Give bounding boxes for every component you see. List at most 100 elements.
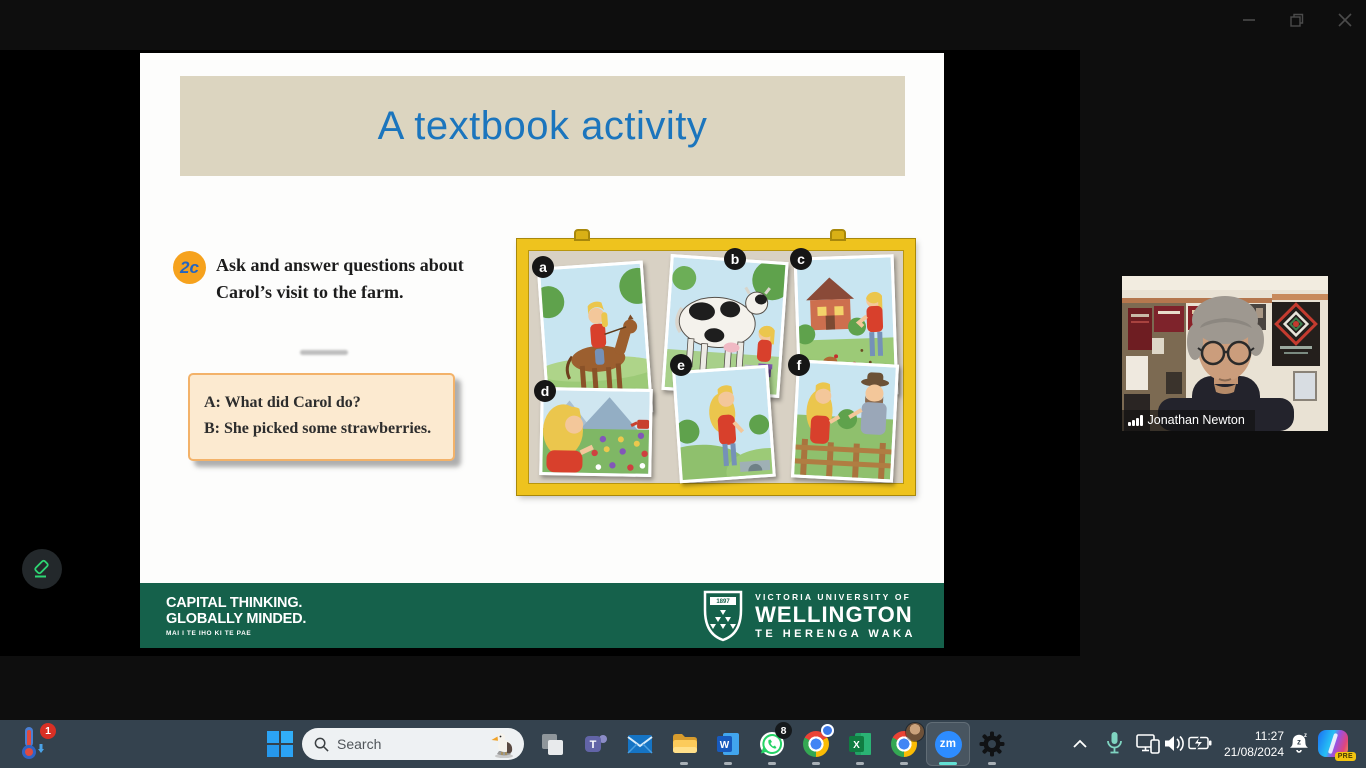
bell-dnd-icon: z z bbox=[1290, 733, 1308, 753]
footer-tagline: CAPITAL THINKING. GLOBALLY MINDED. MAI I… bbox=[166, 595, 306, 637]
taskbar-search[interactable] bbox=[302, 728, 524, 760]
screen-share-area: A textbook activity 2c Ask and answer qu… bbox=[0, 50, 1080, 656]
tray-notifications[interactable]: z z bbox=[1289, 731, 1309, 761]
settings-gear-icon bbox=[979, 731, 1005, 757]
active-running-indicator bbox=[939, 762, 957, 765]
picture-frame: a b c d e f bbox=[517, 229, 915, 495]
zoom-icon: zm bbox=[934, 730, 962, 758]
audio-signal-icon bbox=[1128, 414, 1143, 426]
participant-video-tile[interactable]: Jonathan Newton bbox=[1122, 276, 1328, 431]
taskbar-app-zoom[interactable]: zm bbox=[926, 722, 970, 766]
notification-count-badge: 1 bbox=[40, 723, 56, 739]
frame-hanger-right bbox=[830, 229, 846, 241]
chevron-up-icon bbox=[1073, 739, 1087, 748]
photo-label-d: d bbox=[534, 380, 556, 402]
chrome-avatar-badge bbox=[906, 723, 924, 741]
running-indicator bbox=[724, 762, 732, 765]
photo-label-e: e bbox=[670, 354, 692, 376]
taskbar-app-excel[interactable]: X bbox=[838, 722, 882, 766]
example-dialog-box: A: What did Carol do? B: She picked some… bbox=[188, 373, 455, 461]
microphone-icon bbox=[1107, 732, 1122, 754]
tray-cast-display[interactable] bbox=[1136, 733, 1160, 760]
running-indicator bbox=[680, 762, 688, 765]
instruction-line-2: Carol’s visit to the farm. bbox=[216, 282, 404, 302]
running-indicator bbox=[900, 762, 908, 765]
university-logo: 1897 VICTORIA UNIVERSITY OF WELLINGTON T… bbox=[703, 590, 916, 642]
presentation-slide: A textbook activity 2c Ask and answer qu… bbox=[140, 53, 944, 648]
search-highlight-bird-icon bbox=[491, 733, 513, 758]
search-input[interactable] bbox=[337, 736, 467, 752]
slide-title-banner: A textbook activity bbox=[180, 76, 905, 176]
taskbar-app-chrome-profile2[interactable] bbox=[882, 722, 926, 766]
dialog-line-a: A: What did Carol do? bbox=[204, 394, 361, 411]
taskbar-app-word[interactable]: W bbox=[706, 722, 750, 766]
running-indicator bbox=[856, 762, 864, 765]
flower-picking-illustration bbox=[542, 390, 650, 474]
farmer-talk-illustration bbox=[794, 362, 896, 480]
minimize-button[interactable] bbox=[1234, 8, 1264, 32]
university-line-1: VICTORIA UNIVERSITY OF bbox=[755, 591, 912, 602]
instruction-line-1: Ask and answer questions about bbox=[216, 255, 464, 275]
close-button[interactable] bbox=[1330, 8, 1360, 32]
taskbar-app-whatsapp[interactable]: 8 bbox=[750, 722, 794, 766]
university-line-3: TE HERENGA WAKA bbox=[755, 627, 916, 640]
chrome-profile-badge bbox=[821, 724, 834, 737]
teams-icon: T bbox=[585, 735, 607, 752]
photo-girl-walking bbox=[672, 364, 776, 484]
task-view-icon bbox=[541, 733, 563, 755]
close-icon bbox=[1338, 13, 1352, 27]
taskbar-app-mail[interactable] bbox=[618, 722, 662, 766]
photo-girl-picking-flowers bbox=[539, 387, 653, 477]
whatsapp-unread-badge: 8 bbox=[775, 722, 792, 739]
activity-instruction: Ask and answer questions about Carol’s v… bbox=[216, 252, 546, 306]
taskbar-app-teams[interactable]: T bbox=[574, 722, 618, 766]
clock-date: 21/08/2024 bbox=[1223, 745, 1284, 759]
window-controls bbox=[1234, 8, 1360, 32]
activity-number-badge: 2c bbox=[173, 251, 206, 284]
svg-text:z: z bbox=[1304, 733, 1307, 739]
tray-volume[interactable] bbox=[1164, 734, 1186, 758]
tagline-line-3: MAI I TE IHO KI TE PAE bbox=[166, 630, 252, 637]
speaker-icon bbox=[1165, 735, 1184, 752]
svg-text:z: z bbox=[1297, 738, 1301, 747]
svg-text:W: W bbox=[720, 740, 730, 751]
copilot-button[interactable]: PRE bbox=[1318, 730, 1356, 761]
running-indicator bbox=[768, 762, 776, 765]
mail-icon bbox=[627, 735, 653, 754]
annotate-button[interactable] bbox=[22, 549, 62, 589]
tray-microphone[interactable] bbox=[1106, 731, 1123, 761]
shield-year: 1897 bbox=[716, 599, 730, 605]
participant-webcam-view bbox=[1122, 276, 1328, 431]
photo-label-f: f bbox=[788, 354, 810, 376]
taskbar-app-settings[interactable] bbox=[970, 722, 1014, 766]
tray-clock[interactable]: 11:27 21/08/2024 bbox=[1204, 728, 1284, 760]
clock-time: 11:27 bbox=[1254, 729, 1284, 743]
participant-name: Jonathan Newton bbox=[1147, 413, 1245, 427]
tagline-line-2: GLOBALLY MINDED. bbox=[166, 611, 307, 627]
scan-smudge bbox=[300, 350, 348, 355]
task-view-button[interactable] bbox=[530, 722, 574, 766]
tray-overflow-chevron[interactable] bbox=[1072, 737, 1088, 755]
svg-text:T: T bbox=[590, 739, 597, 751]
taskbar-app-chrome[interactable] bbox=[794, 722, 838, 766]
photo-label-b: b bbox=[724, 248, 746, 270]
zoom-meeting-window: A textbook activity 2c Ask and answer qu… bbox=[0, 0, 1366, 768]
frame-hanger-left bbox=[574, 229, 590, 241]
running-indicator bbox=[812, 762, 820, 765]
copilot-preview-badge: PRE bbox=[1334, 752, 1356, 761]
participant-name-tag: Jonathan Newton bbox=[1122, 410, 1255, 431]
restore-button[interactable] bbox=[1282, 8, 1312, 32]
slide-title: A textbook activity bbox=[377, 103, 708, 148]
search-icon bbox=[314, 737, 329, 752]
svg-text:X: X bbox=[853, 740, 860, 751]
restore-icon bbox=[1290, 13, 1304, 27]
taskbar-weather-widget[interactable]: 1 bbox=[16, 723, 56, 763]
word-icon: W bbox=[717, 733, 739, 755]
windows-logo-icon bbox=[267, 731, 293, 757]
university-line-2: WELLINGTON bbox=[755, 601, 913, 627]
taskbar-app-file-explorer[interactable] bbox=[662, 722, 706, 766]
photo-label-c: c bbox=[790, 248, 812, 270]
excel-icon: X bbox=[849, 733, 871, 755]
folder-icon bbox=[672, 734, 697, 753]
start-button[interactable] bbox=[266, 730, 294, 758]
